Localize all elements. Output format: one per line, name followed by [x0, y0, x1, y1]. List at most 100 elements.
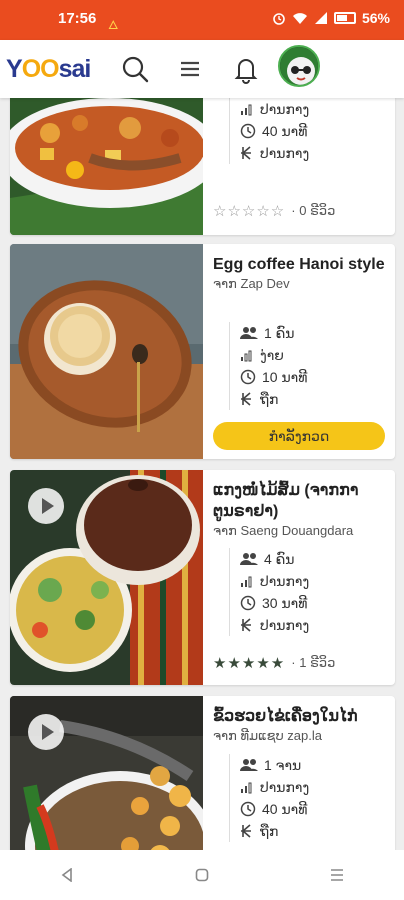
recipe-info: Egg coffee Hanoi style ຈາກ Zap Dev 1 ຄົນ… [213, 254, 387, 450]
difficulty-row: ງ່າຍ [240, 344, 307, 366]
app-logo[interactable]: YOOsai [6, 55, 92, 84]
recipe-card[interactable]: ປານກາງ 40 ນາທີ ປານກາງ ☆☆☆☆☆ · 0 ຣີວິວ [10, 98, 395, 235]
recipe-meta: 1 ຈານ ປານກາງ 40 ນາທີ ຖືກ [229, 754, 309, 842]
home-icon [195, 868, 209, 882]
alarm-icon [273, 13, 285, 25]
recipe-info: ແກງໜໍ່ໄມ້ສົ້ມ (ຈາກກາຕູນຣາຢາ) ຈາກ Saeng D… [213, 480, 387, 672]
clock-icon [240, 801, 256, 817]
recipe-meta: 1 ຄົນ ງ່າຍ 10 ນາທີ ຖືກ [229, 322, 307, 410]
back-button[interactable] [47, 860, 87, 890]
cost-row: ປານກາງ [240, 614, 309, 636]
battery-percent: 56% [361, 10, 390, 26]
time-text: 10 ນາທີ [262, 368, 308, 385]
recipe-thumbnail[interactable] [10, 696, 203, 850]
home-button[interactable] [182, 860, 222, 890]
time-text: 40 ນາທີ [262, 800, 308, 817]
recipe-thumbnail[interactable] [10, 244, 203, 459]
search-icon[interactable] [118, 52, 152, 86]
time-row: 10 ນາທີ [240, 366, 307, 388]
people-icon [240, 327, 258, 339]
cost-text: ຖືກ [260, 390, 279, 407]
cost-row: ຖືກ [240, 820, 309, 842]
review-count: · 0 ຣີວິວ [291, 203, 336, 218]
kip-icon [241, 618, 251, 632]
recipe-card[interactable]: Egg coffee Hanoi style ຈາກ Zap Dev 1 ຄົນ… [10, 244, 395, 459]
time-row: 40 ນາທີ [240, 120, 309, 142]
cost-row: ປານກາງ [240, 142, 309, 164]
time-row: 40 ນາທີ [240, 798, 309, 820]
time-row: 30 ນາທີ [240, 592, 309, 614]
servings-text: 4 ຄົນ [264, 550, 295, 567]
bell-icon[interactable] [229, 52, 263, 86]
recipe-author[interactable]: ຈາກ Zap Dev [213, 276, 387, 292]
clock-icon [240, 369, 256, 385]
difficulty-row: ປານກາງ [240, 98, 309, 120]
difficulty-icon [241, 576, 252, 588]
recipe-info: ຂົ້ວຮວຍໄຂ່ເຄື່ອງໃນໄກ່ ຈາກ ທີມແຊບ zap.la … [213, 706, 387, 842]
status-time: 17:56 [58, 10, 97, 27]
recipe-author[interactable]: ຈາກ Saeng Douangdara [213, 523, 387, 539]
status-icons: 56% [272, 10, 390, 26]
cost-row: ຖືກ [240, 388, 307, 410]
status-bar: 17:56 🜂 56% [0, 0, 404, 40]
difficulty-text: ປານກາງ [260, 778, 310, 795]
play-video-button[interactable] [28, 488, 64, 524]
app-header: YOOsai [0, 40, 404, 98]
difficulty-text: ປານກາງ [260, 100, 310, 117]
recipe-author[interactable]: ຈາກ ທີມແຊບ zap.la [213, 728, 387, 744]
cooking-button[interactable]: ກຳລັງກວດ [213, 422, 385, 450]
recipe-title[interactable]: ຂົ້ວຮວຍໄຂ່ເຄື່ອງໃນໄກ່ [213, 706, 387, 727]
recents-button[interactable] [317, 860, 357, 890]
logo-y: Y [6, 55, 23, 83]
back-icon [61, 868, 73, 882]
difficulty-row: ປານກາງ [240, 570, 309, 592]
kip-icon [241, 146, 251, 160]
recipe-thumbnail[interactable] [10, 98, 203, 235]
rating: ★★★★★ · 1 ຣີວິວ [213, 654, 335, 672]
logo-oo: OO [21, 55, 60, 83]
recipe-thumbnail[interactable] [10, 470, 203, 685]
notification-icon: 🜂 [108, 18, 119, 32]
people-icon [240, 553, 258, 565]
people-icon [240, 759, 258, 771]
recipe-meta: 4 ຄົນ ປານກາງ 30 ນາທີ ປານກາງ [229, 548, 309, 636]
rating: ☆☆☆☆☆ · 0 ຣີວິວ [213, 202, 335, 220]
clock-icon [240, 595, 256, 611]
kip-icon [241, 824, 251, 838]
recipe-card[interactable]: ຂົ້ວຮວຍໄຂ່ເຄື່ອງໃນໄກ່ ຈາກ ທີມແຊບ zap.la … [10, 696, 395, 850]
battery-icon [333, 12, 356, 24]
difficulty-icon [241, 104, 252, 116]
difficulty-text: ງ່າຍ [260, 346, 284, 363]
kip-icon [241, 392, 251, 406]
avatar[interactable] [278, 45, 320, 87]
time-text: 30 ນາທີ [262, 594, 308, 611]
recipe-meta: ປານກາງ 40 ນາທີ ປານກາງ [229, 98, 309, 164]
system-nav-bar [0, 850, 404, 900]
servings-row: 1 ຈານ [240, 754, 309, 776]
recents-icon [330, 869, 343, 881]
servings-text: 1 ຈານ [264, 756, 302, 773]
servings-row: 1 ຄົນ [240, 322, 307, 344]
servings-text: 1 ຄົນ [264, 324, 295, 341]
servings-row: 4 ຄົນ [240, 548, 309, 570]
cost-text: ປານກາງ [260, 144, 310, 161]
logo-sai: sai [58, 55, 92, 83]
difficulty-text: ປານກາງ [260, 572, 310, 589]
difficulty-row: ປານກາງ [240, 776, 309, 798]
star-rating: ☆☆☆☆☆ [213, 203, 286, 220]
difficulty-icon [241, 782, 252, 794]
difficulty-icon [241, 350, 252, 362]
play-video-button[interactable] [28, 714, 64, 750]
recipe-card[interactable]: ແກງໜໍ່ໄມ້ສົ້ມ (ຈາກກາຕູນຣາຢາ) ຈາກ Saeng D… [10, 470, 395, 685]
clock-icon [240, 123, 256, 139]
menu-icon[interactable] [173, 52, 207, 86]
cost-text: ປານກາງ [260, 616, 310, 633]
signal-icon [314, 12, 327, 24]
time-text: 40 ນາທີ [262, 122, 308, 139]
recipe-title[interactable]: Egg coffee Hanoi style [213, 254, 387, 275]
recipe-title[interactable]: ແກງໜໍ່ໄມ້ສົ້ມ (ຈາກກາຕູນຣາຢາ) [213, 480, 387, 522]
review-count: · 1 ຣີວິວ [291, 655, 336, 670]
star-rating: ★★★★★ [213, 655, 286, 672]
cost-text: ຖືກ [260, 822, 279, 839]
recipe-feed[interactable]: ປານກາງ 40 ນາທີ ປານກາງ ☆☆☆☆☆ · 0 ຣີວິວ Eg… [0, 98, 404, 850]
